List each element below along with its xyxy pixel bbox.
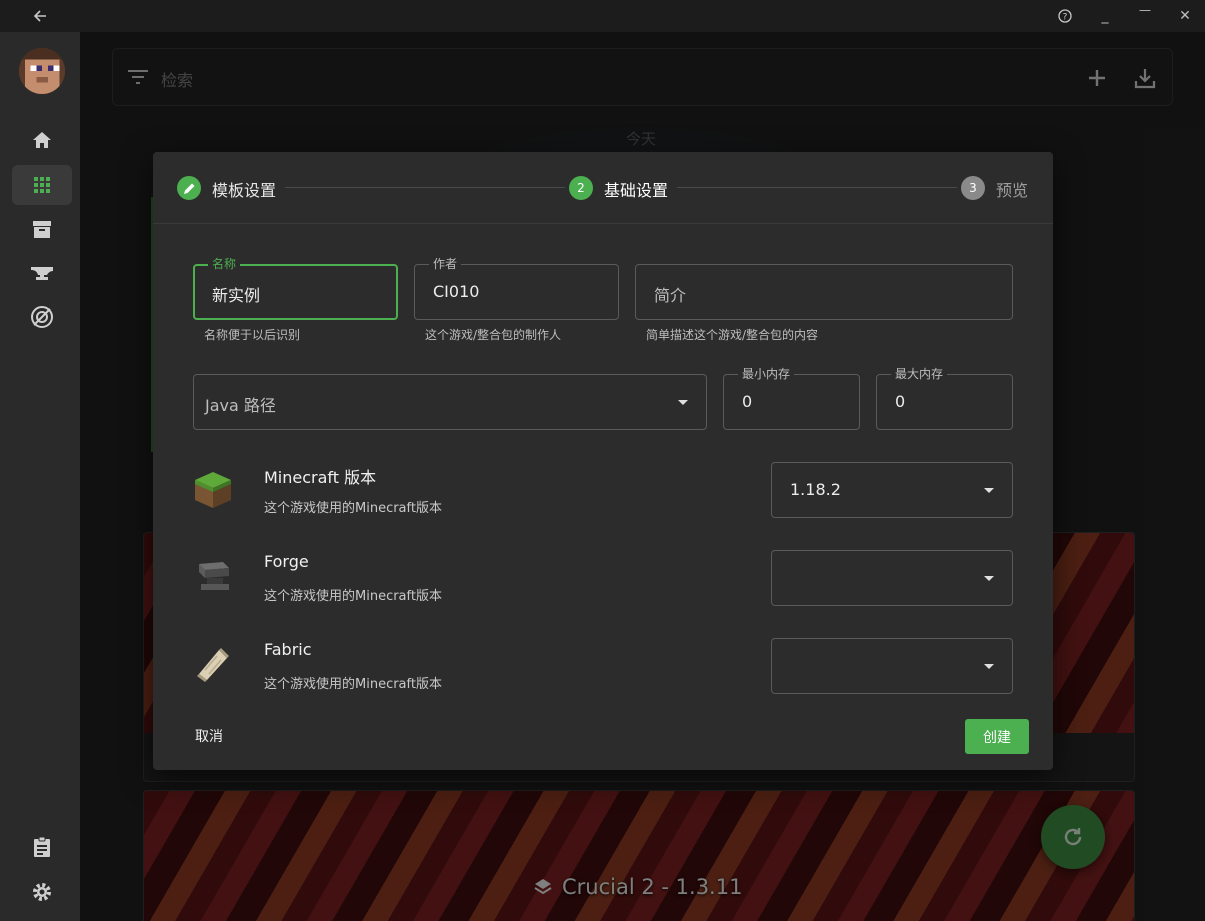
min-memory-input[interactable]: 0 bbox=[742, 392, 752, 411]
author-field[interactable]: 作者 CI010 bbox=[414, 257, 619, 320]
cancel-button[interactable]: 取消 bbox=[185, 722, 233, 750]
maximize-glyph: — bbox=[1139, 3, 1151, 17]
chevron-down-icon bbox=[984, 488, 994, 493]
forge-anvil-icon bbox=[199, 562, 229, 590]
title-bar: ? _ — ✕ bbox=[0, 0, 1205, 32]
pencil-icon bbox=[183, 183, 194, 194]
min-memory-field[interactable]: 最小内存 0 bbox=[723, 367, 860, 430]
java-path-placeholder: Java 路径 bbox=[205, 396, 276, 415]
author-field-label: 作者 bbox=[429, 257, 462, 271]
svg-text:?: ? bbox=[1063, 13, 1068, 23]
author-input[interactable]: CI010 bbox=[433, 282, 479, 301]
step-1-done bbox=[177, 176, 201, 200]
create-instance-dialog: 模板设置 2 基础设置 3 预览 名称 新实例 名称便于以后识别 作者 CI01… bbox=[153, 152, 1053, 770]
min-memory-label: 最小内存 bbox=[738, 367, 795, 381]
step-3-circle: 3 bbox=[961, 176, 985, 200]
step-2-label[interactable]: 基础设置 bbox=[604, 177, 668, 201]
arrow-left-icon bbox=[33, 10, 46, 22]
description-field[interactable]: 简介 bbox=[635, 264, 1013, 320]
curseforge-circle-icon bbox=[31, 306, 53, 328]
step-1-label[interactable]: 模板设置 bbox=[212, 177, 276, 201]
fabric-subtitle: 这个游戏使用的Minecraft版本 bbox=[264, 677, 442, 692]
sidebar-item-modpack-sites[interactable] bbox=[12, 297, 72, 337]
sidebar bbox=[0, 32, 80, 921]
author-hint: 这个游戏/整合包的制作人 bbox=[425, 328, 562, 342]
minimize-button[interactable]: _ bbox=[1085, 0, 1125, 32]
chevron-down-icon bbox=[984, 576, 994, 581]
maximize-button[interactable]: — bbox=[1125, 0, 1165, 26]
minecraft-version-title: Minecraft 版本 bbox=[264, 468, 377, 487]
create-button[interactable]: 创建 bbox=[965, 719, 1029, 754]
name-hint: 名称便于以后识别 bbox=[204, 328, 301, 342]
sidebar-item-tasks[interactable] bbox=[12, 827, 72, 867]
gear-icon bbox=[33, 883, 51, 901]
description-input[interactable]: 简介 bbox=[654, 282, 686, 306]
forge-version-select[interactable] bbox=[771, 550, 1013, 606]
grass-block-icon bbox=[195, 472, 231, 508]
name-field-label: 名称 bbox=[208, 257, 241, 271]
sidebar-item-home[interactable] bbox=[12, 120, 72, 160]
archive-icon bbox=[33, 221, 51, 238]
forge-title: Forge bbox=[264, 552, 309, 571]
help-button[interactable]: ? bbox=[1045, 0, 1085, 32]
sidebar-item-settings[interactable] bbox=[12, 872, 72, 912]
chevron-down-icon bbox=[678, 400, 688, 405]
close-button[interactable]: ✕ bbox=[1165, 0, 1205, 32]
minecraft-version-subtitle: 这个游戏使用的Minecraft版本 bbox=[264, 501, 442, 516]
forge-subtitle: 这个游戏使用的Minecraft版本 bbox=[264, 589, 442, 604]
minimize-glyph: _ bbox=[1101, 8, 1109, 24]
name-field[interactable]: 名称 新实例 bbox=[193, 257, 398, 320]
pixel-avatar-icon bbox=[19, 48, 65, 94]
grid-icon bbox=[34, 177, 50, 193]
clipboard-icon bbox=[34, 836, 50, 857]
chevron-down-icon bbox=[984, 664, 994, 669]
home-icon bbox=[33, 132, 51, 148]
description-hint: 简单描述这个游戏/整合包的内容 bbox=[646, 328, 819, 342]
step-connector bbox=[285, 187, 565, 188]
name-input[interactable]: 新实例 bbox=[212, 282, 260, 306]
anvil-icon bbox=[31, 267, 53, 280]
fabric-title: Fabric bbox=[264, 640, 312, 659]
max-memory-label: 最大内存 bbox=[891, 367, 948, 381]
fabric-version-select[interactable] bbox=[771, 638, 1013, 694]
sidebar-item-instances[interactable] bbox=[12, 165, 72, 205]
java-path-select[interactable]: Java 路径 bbox=[193, 374, 707, 430]
fabric-scroll-icon bbox=[197, 648, 229, 682]
avatar[interactable] bbox=[19, 48, 65, 94]
stepper: 模板设置 2 基础设置 3 预览 bbox=[153, 152, 1053, 224]
help-icon: ? bbox=[1058, 9, 1072, 23]
back-button[interactable] bbox=[20, 0, 60, 32]
close-glyph: ✕ bbox=[1179, 8, 1191, 24]
step-2-circle: 2 bbox=[569, 176, 593, 200]
minecraft-version-select[interactable]: 1.18.2 bbox=[771, 462, 1013, 518]
sidebar-item-anvil[interactable] bbox=[12, 253, 72, 293]
minecraft-version-value: 1.18.2 bbox=[790, 480, 841, 499]
max-memory-field[interactable]: 最大内存 0 bbox=[876, 367, 1013, 430]
step-3-label[interactable]: 预览 bbox=[996, 177, 1028, 201]
max-memory-input[interactable]: 0 bbox=[895, 392, 905, 411]
step-connector bbox=[677, 187, 957, 188]
sidebar-item-archive[interactable] bbox=[12, 209, 72, 249]
